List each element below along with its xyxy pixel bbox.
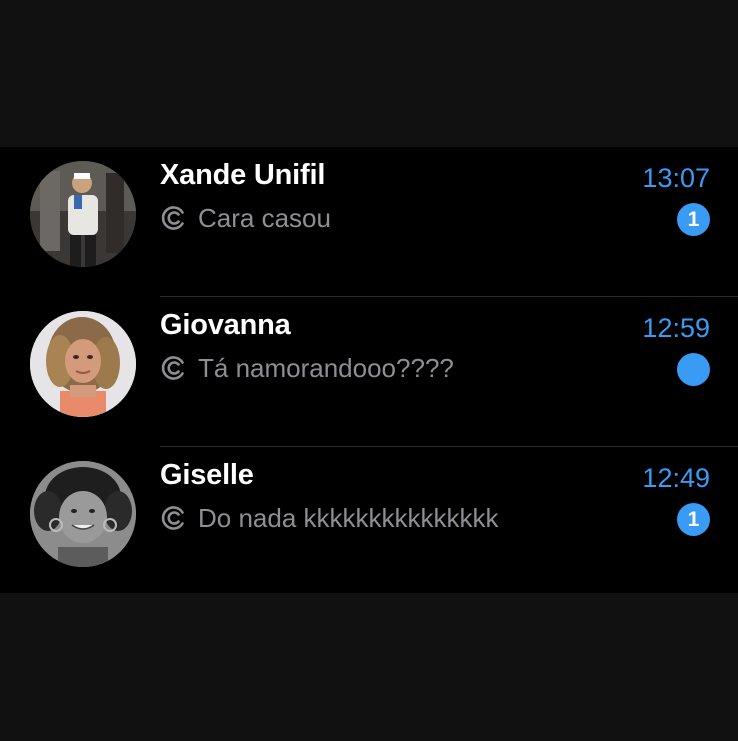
unread-dot [677,353,710,386]
screen: Xande Unifil 13:07 Cara casou 1 Giovanna… [0,0,738,741]
contact-name: Giovanna [160,309,291,341]
preview-text: Tá namorandooo???? [198,352,454,383]
avatar[interactable] [30,311,136,417]
contact-name: Giselle [160,459,254,491]
double-circle-icon [161,356,184,380]
chat-row[interactable]: Xande Unifil 13:07 Cara casou 1 [0,147,738,297]
unread-badge: 1 [677,203,710,236]
message-preview: Do nada kkkkkkkkkkkkkkk [160,501,499,535]
avatar[interactable] [30,461,136,567]
message-time: 12:59 [642,313,710,343]
contact-name: Xande Unifil [160,159,326,191]
avatar[interactable] [30,161,136,267]
message-preview: Cara casou [160,201,331,235]
message-preview: Tá namorandooo???? [160,351,454,385]
preview-text: Cara casou [198,202,331,233]
avatar-photo-icon [30,311,136,417]
chat-row[interactable]: Giovanna 12:59 Tá namorandooo???? [0,297,738,447]
avatar-photo-icon [30,461,136,567]
double-circle-icon [161,206,184,230]
preview-text: Do nada kkkkkkkkkkkkkkk [198,502,499,533]
chat-row[interactable]: Giselle 12:49 Do nada kkkkkkkkkkkkkkk 1 [0,447,738,597]
bottom-blank-area [0,593,738,741]
double-circle-icon [161,506,184,530]
message-time: 13:07 [642,163,710,193]
unread-badge: 1 [677,503,710,536]
chat-list: Xande Unifil 13:07 Cara casou 1 Giovanna… [0,147,738,597]
message-time: 12:49 [642,463,710,493]
top-blank-area [0,0,738,147]
avatar-photo-icon [30,161,136,267]
